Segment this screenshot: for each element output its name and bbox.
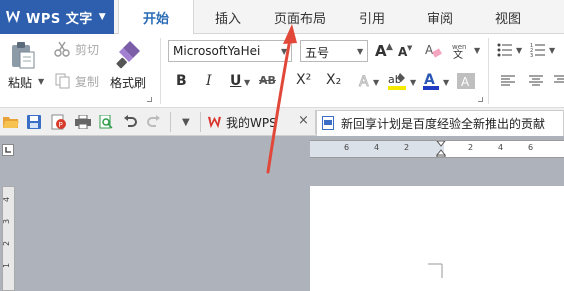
italic-button[interactable]: I <box>206 73 212 89</box>
group-divider <box>160 38 161 104</box>
chevron-down-icon: ▼ <box>357 47 364 56</box>
doc-tab-title: 新回享计划是百度经验全新推出的贡献 <box>341 117 546 131</box>
tab-references[interactable]: 引用 <box>346 0 398 34</box>
doc-tab-title: 我的WPS <box>226 116 277 130</box>
wps-logo-icon <box>206 114 222 130</box>
format-painter-button[interactable]: 格式刷 <box>110 74 146 91</box>
export-pdf-icon[interactable]: P <box>50 113 68 131</box>
text-effect-icon[interactable]: A <box>356 72 374 90</box>
document-page[interactable] <box>310 186 564 291</box>
chevron-down-icon[interactable]: ▼ <box>373 78 379 87</box>
wps-logo-icon <box>6 10 20 24</box>
horizontal-ruler[interactable]: 6 4 2 2 4 6 <box>310 140 564 158</box>
tab-view[interactable]: 视图 <box>482 0 534 34</box>
numbered-list-icon[interactable]: 123 <box>529 42 547 58</box>
chevron-down-icon[interactable]: ▼ <box>443 78 449 87</box>
font-size-select[interactable]: 五号 ▼ <box>300 40 368 62</box>
toolbar-divider <box>170 112 171 132</box>
tab-stop-selector[interactable] <box>2 144 14 156</box>
svg-text:P: P <box>59 121 63 129</box>
svg-text:3: 3 <box>530 53 533 57</box>
bold-button[interactable]: B <box>176 73 187 89</box>
tab-page-layout[interactable]: 页面布局 <box>264 0 336 34</box>
ruler-label: 2 <box>2 240 12 247</box>
bullet-list-icon[interactable] <box>496 42 514 58</box>
format-painter-icon[interactable] <box>114 38 144 70</box>
page-corner-mark <box>428 263 443 278</box>
shrink-font-button[interactable]: A <box>398 45 407 59</box>
vertical-ruler[interactable]: 4 3 2 1 <box>2 186 15 291</box>
app-menu-button[interactable]: WPS 文字 ▼ <box>0 0 114 34</box>
open-folder-icon[interactable] <box>2 114 20 130</box>
close-icon[interactable]: × <box>298 113 309 128</box>
chevron-down-icon[interactable]: ▼ <box>549 46 555 55</box>
tab-review[interactable]: 审阅 <box>414 0 466 34</box>
ruler-label: 1 <box>2 262 12 269</box>
ruler-label: 3 <box>2 218 12 225</box>
chevron-down-icon[interactable]: ▼ <box>410 78 416 87</box>
save-icon[interactable] <box>26 114 42 130</box>
chevron-down-icon: ▼ <box>98 12 106 22</box>
character-shading-icon[interactable]: A <box>456 72 476 90</box>
print-icon[interactable] <box>74 114 92 130</box>
doc-tab-active-document[interactable]: 新回享计划是百度经验全新推出的贡献 <box>316 110 564 136</box>
copy-button[interactable]: 复制 <box>75 73 99 90</box>
strikethrough-button[interactable]: AB <box>259 74 276 87</box>
font-name-select[interactable]: MicrosoftYaHei ▼ <box>168 40 292 62</box>
tab-home[interactable]: 开始 <box>118 0 194 35</box>
svg-text:A: A <box>425 43 434 57</box>
chevron-down-icon: ▼ <box>281 47 288 56</box>
clear-format-icon[interactable]: A <box>423 40 443 60</box>
indent-marker-icon[interactable] <box>310 141 564 157</box>
copy-icon <box>53 72 71 90</box>
svg-text:A: A <box>359 74 369 89</box>
svg-text:A: A <box>424 72 435 88</box>
subscript-button[interactable]: X₂ <box>326 72 341 88</box>
chevron-down-icon[interactable]: ▼ <box>244 78 250 87</box>
underline-button[interactable]: U <box>230 73 241 89</box>
font-name-value: MicrosoftYaHei <box>173 44 261 58</box>
print-preview-icon[interactable] <box>98 114 114 130</box>
chevron-down-icon[interactable]: ▼ <box>38 77 44 86</box>
pinyin-guide-icon[interactable]: wen 文 <box>449 40 475 60</box>
app-name: WPS 文字 <box>26 11 93 27</box>
paste-button[interactable]: 粘贴 <box>8 74 32 91</box>
highlight-icon[interactable]: ab <box>386 70 408 92</box>
clipboard-group-launcher[interactable] <box>147 97 152 102</box>
svg-text:A: A <box>461 75 470 89</box>
arrow-down-icon: ▼ <box>407 44 413 52</box>
undo-icon[interactable] <box>122 114 138 130</box>
chevron-down-icon[interactable]: ▼ <box>516 46 522 55</box>
customize-toolbar-icon[interactable]: ▼ <box>182 117 190 128</box>
ruler-label: 4 <box>2 196 12 203</box>
doc-tab-my-wps[interactable]: 我的WPS × <box>200 110 316 134</box>
document-icon <box>321 115 335 131</box>
chevron-down-icon[interactable]: ▼ <box>474 46 480 55</box>
svg-text:文: 文 <box>453 48 463 59</box>
grow-font-button[interactable]: A <box>375 42 387 60</box>
tab-insert[interactable]: 插入 <box>200 0 256 34</box>
arrow-up-icon: ▲ <box>386 42 393 52</box>
cut-button[interactable]: 剪切 <box>75 41 99 58</box>
paste-icon[interactable] <box>8 40 38 70</box>
align-center-icon[interactable] <box>528 74 544 88</box>
font-group-launcher[interactable] <box>478 97 483 102</box>
superscript-button[interactable]: X² <box>296 72 311 88</box>
font-size-value: 五号 <box>305 46 330 60</box>
group-divider <box>488 38 489 104</box>
align-right-icon[interactable] <box>554 74 564 88</box>
scissors-icon <box>53 40 71 58</box>
redo-icon[interactable] <box>146 114 162 130</box>
font-color-icon[interactable]: A <box>421 70 441 92</box>
align-left-icon[interactable] <box>500 74 516 88</box>
